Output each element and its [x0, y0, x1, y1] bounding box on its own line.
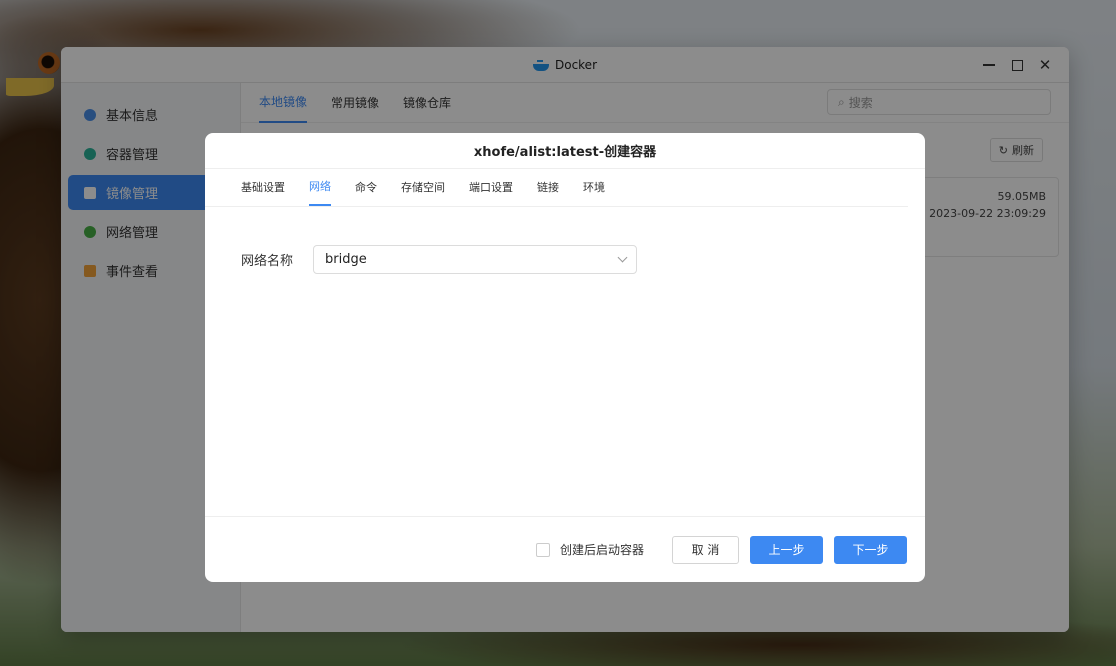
tab-environment[interactable]: 环境: [583, 168, 617, 206]
next-step-button[interactable]: 下一步: [834, 535, 907, 564]
cancel-button[interactable]: 取 消: [672, 535, 739, 564]
start-after-create-label: 创建后启动容器: [559, 543, 644, 557]
create-container-dialog: xhofe/alist:latest-创建容器 基础设置 网络 命令 存储空间 …: [205, 133, 925, 582]
dialog-tabs: 基础设置 网络 命令 存储空间 端口设置 链接 环境: [205, 169, 908, 207]
network-name-value: bridge: [325, 252, 367, 267]
tab-basic-settings[interactable]: 基础设置: [241, 168, 297, 206]
tab-port-settings[interactable]: 端口设置: [469, 168, 525, 206]
start-after-create-option[interactable]: 创建后启动容器: [535, 541, 644, 558]
network-name-select[interactable]: bridge: [313, 245, 638, 274]
tab-command[interactable]: 命令: [355, 168, 389, 206]
dialog-title: xhofe/alist:latest-创建容器: [205, 133, 925, 169]
tab-network[interactable]: 网络: [309, 168, 331, 206]
tab-storage[interactable]: 存储空间: [401, 168, 457, 206]
previous-step-button[interactable]: 上一步: [750, 535, 823, 564]
network-name-label: 网络名称: [241, 254, 294, 269]
chevron-down-icon: [617, 252, 628, 263]
network-name-row: 网络名称 bridge: [241, 245, 638, 274]
dialog-footer: 创建后启动容器 取 消 上一步 下一步: [205, 516, 925, 582]
tab-links[interactable]: 链接: [537, 168, 571, 206]
start-after-create-checkbox[interactable]: [535, 542, 550, 557]
